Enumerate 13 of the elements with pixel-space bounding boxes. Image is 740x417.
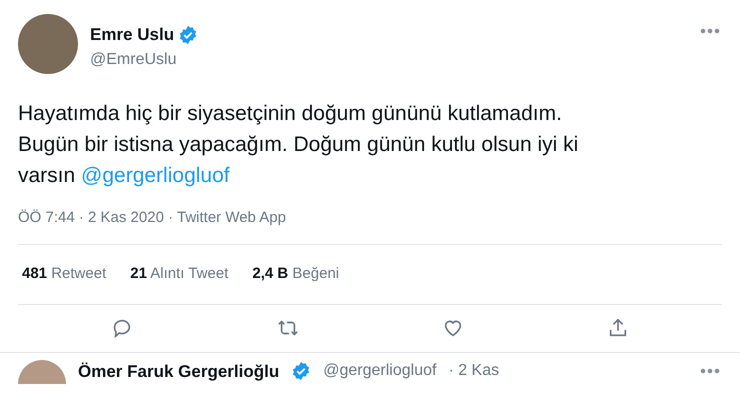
stat-link[interactable]: 481 Retweet [22, 262, 106, 286]
tweet-time[interactable]: · 2 Kas [448, 359, 500, 384]
tweet-meta: ÖÖ 7:44 · 2 Kas 2020 · Twitter Web App [17, 208, 287, 228]
avatar[interactable] [18, 360, 66, 384]
user-name[interactable]: Ömer Faruk Gergerlioğlu [78, 358, 280, 384]
user-name[interactable]: Emre Uslu [90, 22, 174, 48]
stat-link[interactable]: 21 Alıntı Tweet [130, 262, 228, 286]
more-icon[interactable] [700, 368, 720, 374]
user-handle[interactable]: @gergerliogluof [323, 359, 436, 384]
tweet-text: Hayatımda hiç bir siyasetçinin doğum gününü kutlamadım. Bugün bir istisna yapacağım. Doğum günün kutlu olsun iyi ki varsın @gergerliogluof [17, 101, 580, 189]
more-icon[interactable] [700, 28, 720, 34]
user-handle[interactable]: @EmreUslu [90, 48, 198, 72]
stat-link[interactable]: 2,4 B Beğeni [252, 262, 340, 286]
